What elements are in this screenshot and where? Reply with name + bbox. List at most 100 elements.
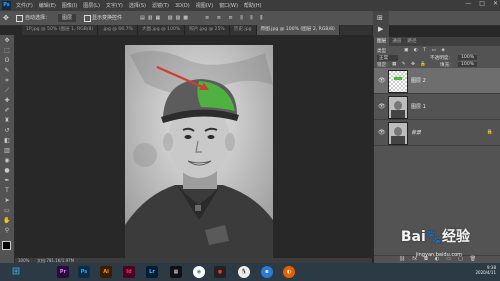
tab-doc-4[interactable]: 照片.jpg @ 25% xyxy=(185,25,230,35)
menu-help[interactable]: 帮助(H) xyxy=(244,2,262,9)
ear-left xyxy=(163,133,173,151)
stamp-tool-icon[interactable]: ♜ xyxy=(3,117,11,125)
menu-view[interactable]: 视图(V) xyxy=(196,2,213,9)
menu-3d[interactable]: 3D(D) xyxy=(175,3,190,9)
document-canvas[interactable] xyxy=(15,35,372,263)
document-tabs: 1P.jpg @ 50% (图层 1, RGB/8) .jpg @ 66.7% … xyxy=(22,25,372,35)
layer-row-layer-1[interactable]: 👁 图层 1 xyxy=(374,94,500,120)
transform-label: 显示变换控件 xyxy=(92,15,123,21)
actions-panel-icon[interactable]: ▶ xyxy=(378,25,383,33)
type-tool-icon[interactable]: T xyxy=(3,187,11,195)
move-tool-icon[interactable]: ✥ xyxy=(3,37,11,45)
watermark-url: jingyan.baidu.com xyxy=(415,252,462,258)
crop-tool-icon[interactable]: ⌗ xyxy=(3,77,11,85)
layer-row-background[interactable]: 👁 背景 🔒 xyxy=(374,120,500,146)
transform-checkbox[interactable] xyxy=(84,15,91,22)
opacity-label: 不透明度: xyxy=(430,56,450,61)
premiere-icon[interactable]: Pr xyxy=(57,266,69,278)
foreground-color-swatch[interactable] xyxy=(2,241,11,250)
filter-kind-label[interactable]: 类型 xyxy=(377,48,386,54)
tab-doc-3[interactable]: 大图.jpg @ 100% xyxy=(138,25,186,35)
eye-left xyxy=(184,135,192,139)
tab-doc-2[interactable]: .jpg @ 66.7% xyxy=(98,25,138,35)
lasso-tool-icon[interactable]: ʘ xyxy=(3,57,11,65)
window-controls: — □ ✕ xyxy=(465,0,498,7)
shape-tool-icon[interactable]: ▭ xyxy=(3,207,11,215)
dodge-tool-icon[interactable]: ● xyxy=(3,167,11,175)
maximize-button[interactable]: □ xyxy=(479,0,485,7)
quick-select-tool-icon[interactable]: ✎ xyxy=(3,67,11,75)
menu-filter[interactable]: 滤镜(T) xyxy=(152,2,169,9)
menu-bar: Ps 文件(F) 编辑(E) 图像(I) 图层(L) 文字(Y) 选择(S) 滤… xyxy=(0,0,500,11)
menu-layer[interactable]: 图层(L) xyxy=(83,2,100,9)
filter-icons[interactable]: ▣ ◐ T ▭ ◈ xyxy=(404,48,447,53)
marquee-tool-icon[interactable]: ⬚ xyxy=(3,47,11,55)
history-brush-icon[interactable]: ↺ xyxy=(3,127,11,135)
menu-image[interactable]: 图像(I) xyxy=(62,2,77,9)
eye-icon[interactable]: 👁 xyxy=(378,103,386,110)
layer-name[interactable]: 图层 2 xyxy=(411,77,426,84)
ear-right xyxy=(225,133,235,151)
layer-thumbnail xyxy=(388,122,408,145)
illustrator-icon[interactable]: Ai xyxy=(100,266,112,278)
auto-select-dropdown[interactable]: 图层 xyxy=(58,14,77,22)
history-panel-icon[interactable]: ⊞ xyxy=(377,14,383,22)
layer-row-layer-2[interactable]: 👁 图层 2 xyxy=(374,68,500,94)
menu-edit[interactable]: 编辑(E) xyxy=(39,2,56,9)
tab-layers[interactable]: 图层 xyxy=(374,37,390,46)
eye-icon[interactable]: 👁 xyxy=(378,129,386,136)
tab-doc-5[interactable]: 历史.jpg xyxy=(230,25,257,35)
auto-select-label: 自动选择： xyxy=(25,15,51,21)
watermark-brand-cn: 经验 xyxy=(442,229,470,245)
lightroom-icon[interactable]: Lr xyxy=(146,266,158,278)
photoshop-icon[interactable]: Ps xyxy=(78,266,90,278)
record-icon[interactable]: ● xyxy=(214,266,226,278)
move-tool-icon[interactable]: ✥ xyxy=(3,14,9,22)
auto-select-checkbox[interactable] xyxy=(16,15,23,22)
path-select-icon[interactable]: ➤ xyxy=(3,197,11,205)
align-icons[interactable]: ▤▥▦ ▧▨▩ xyxy=(140,14,191,22)
menu-window[interactable]: 窗口(W) xyxy=(219,2,238,9)
layer-name[interactable]: 背景 xyxy=(411,129,421,136)
menu-file[interactable]: 文件(F) xyxy=(16,2,33,9)
photo-stain xyxy=(133,143,157,167)
collapsed-panel-dock: ⊞ ▶ xyxy=(373,11,389,37)
pen-tool-icon[interactable]: ✒ xyxy=(3,177,11,185)
layer-thumbnail xyxy=(388,70,408,93)
paw-icon: 🐾 xyxy=(425,230,442,245)
brush-tool-icon[interactable]: ✐ xyxy=(3,107,11,115)
tab-doc-active[interactable]: 原图.jpg @ 100% (图层 2, RGB/8) xyxy=(256,25,340,35)
layer-name[interactable]: 图层 1 xyxy=(411,103,426,110)
photoshop-logo: Ps xyxy=(2,1,11,10)
distribute-icons[interactable]: ≡ ≡ ≡ ⫼ ⫼ ⫼ xyxy=(205,14,265,22)
chrome-icon[interactable]: ◉ xyxy=(193,266,205,278)
opacity-input[interactable]: 100% xyxy=(458,55,478,60)
zoom-tool-icon[interactable]: ⚲ xyxy=(3,227,11,235)
windows-icon[interactable]: ⊞ xyxy=(10,266,22,278)
healing-tool-icon[interactable]: ✚ xyxy=(3,97,11,105)
eraser-tool-icon[interactable]: ◧ xyxy=(3,137,11,145)
qq-icon[interactable]: 🐧 xyxy=(238,266,250,278)
tab-paths[interactable]: 路径 xyxy=(404,37,419,46)
firefox-icon[interactable]: ◐ xyxy=(283,266,295,278)
tab-channels[interactable]: 通道 xyxy=(389,37,404,46)
fill-input[interactable]: 100% xyxy=(458,62,478,67)
eye-icon[interactable]: 👁 xyxy=(378,77,386,84)
panel-tabs: 图层 通道 路径 xyxy=(374,37,500,46)
browser-icon[interactable]: e xyxy=(261,266,273,278)
minimize-button[interactable]: — xyxy=(465,0,471,7)
blur-tool-icon[interactable]: ◉ xyxy=(3,157,11,165)
hand-tool-icon[interactable]: ✋ xyxy=(3,217,11,225)
gradient-tool-icon[interactable]: ▥ xyxy=(3,147,11,155)
blend-mode-dropdown[interactable]: 正常 xyxy=(377,55,399,61)
menu-select[interactable]: 选择(S) xyxy=(129,2,146,9)
eyedropper-tool-icon[interactable]: ⟋ xyxy=(3,87,11,95)
close-button[interactable]: ✕ xyxy=(493,0,498,7)
system-clock[interactable]: 9:38 2020/4/11 xyxy=(475,265,496,275)
media-icon[interactable]: ▦ xyxy=(170,266,182,278)
soldier-photo[interactable] xyxy=(125,45,273,263)
menu-type[interactable]: 文字(Y) xyxy=(106,2,123,9)
indesign-icon[interactable]: Id xyxy=(123,266,135,278)
tab-doc-1[interactable]: 1P.jpg @ 50% (图层 1, RGB/8) xyxy=(22,25,99,35)
lock-icons[interactable]: ▦ ✎ ✥ 🔒 xyxy=(392,62,428,67)
